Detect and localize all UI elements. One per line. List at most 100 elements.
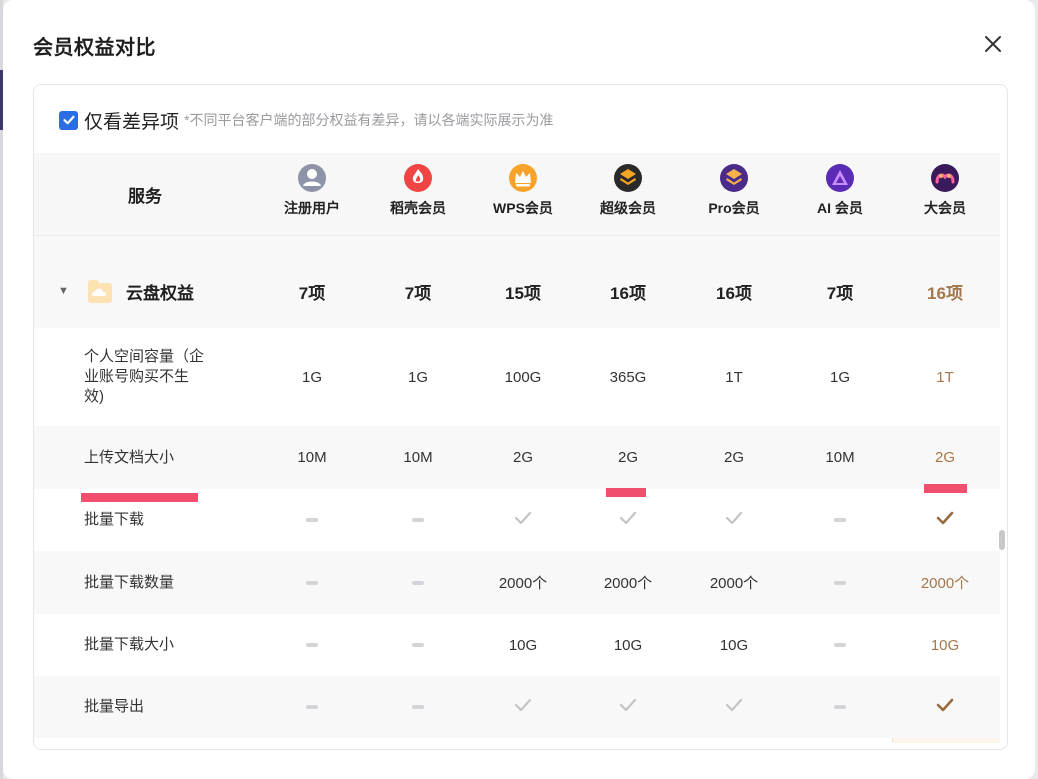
value-cell [681,676,787,738]
scrollbar-thumb[interactable] [999,530,1005,550]
pro-layers-icon [719,163,749,193]
crown-icon [508,163,538,193]
group-count-cell: 16项 [716,283,752,303]
dash-icon [834,643,846,647]
dialog-title: 会员权益对比 [33,37,156,59]
row-label-line: 业账号购买不生 [84,368,190,385]
diff-only-checkbox[interactable] [59,110,78,130]
table-row: 个人空间容量（企 业账号购买不生 效) 1G 1G 100G 365G 1T 1G 1T [34,328,1000,426]
row-label: 批量下载大小 [84,614,174,676]
dash-icon [834,580,846,585]
value-cell: 10G [930,636,960,654]
value-cell [787,614,893,676]
value-cell: 10M [825,449,855,466]
platform-note: *不同平台客户端的部分权益有差异，请以各端实际展示为准 [184,112,554,128]
dash-icon [412,580,424,585]
value-cell: 2000个 [498,575,548,592]
cloud-folder-icon [86,278,114,304]
annotation-underline [606,488,646,497]
value-cell [892,676,998,738]
plan-name: WPS会员 [493,200,553,216]
group-count-cell: 7项 [826,283,854,303]
plan-header: 大会员 [892,153,998,235]
comparison-panel: 仅看差异项 *不同平台客户端的部分权益有差异，请以各端实际展示为准 服务 注册用… [33,84,1008,750]
check-icon [935,697,955,717]
comparison-table: 服务 注册用户 稻壳会员 WPS会员 超级会员 Pro会员 AI 会员 大会员 ▼ 云盘权益… [34,153,1000,743]
plan-header: AI 会员 [787,153,893,235]
value-cell: 100G [504,368,542,386]
plan-header: Pro会员 [681,153,787,235]
group-title: 云盘权益 [126,283,194,303]
row-label: 上传文档大小 [84,426,174,489]
value-cell: 2000个 [920,575,970,592]
row-label-line: 批量导出 [84,698,145,715]
docer-flame-icon [403,163,433,193]
value-cell [365,614,471,676]
group-row-cloud[interactable]: ▼ 云盘权益 7项 7项 15项 16项 16项 7项 16项 [34,254,1000,328]
group-count-cell: 16项 [927,283,963,303]
check-icon [513,697,533,717]
check-icon [618,697,638,717]
value-cell: 2G [723,449,744,466]
plan-header: WPS会员 [470,153,576,235]
diff-only-label[interactable]: 仅看差异项 [84,107,179,134]
row-label-line: 批量下载 [84,511,145,528]
dash-icon [412,705,424,709]
check-icon [935,510,955,530]
value-cell [575,489,681,551]
plan-header: 超级会员 [575,153,681,235]
dash-icon [412,643,424,647]
value-cell [259,614,365,676]
value-cell: 10G [719,636,749,654]
row-label: 个人空间容量（企 业账号购买不生 效) [84,328,204,426]
value-cell: 10M [403,449,433,466]
row-label-line: 个人空间容量（企 [84,348,205,365]
plan-name: 超级会员 [600,200,656,216]
caret-down-icon[interactable]: ▼ [58,285,72,297]
value-cell [787,489,893,551]
dash-icon [834,705,846,709]
row-label-line: 上传文档大小 [84,448,175,466]
dash-icon [306,643,318,647]
super-layers-icon [613,163,643,193]
group-count-cell: 7项 [298,283,326,303]
plan-name: 大会员 [924,200,966,216]
value-cell [892,489,998,551]
group-count-cell: 15项 [505,283,541,303]
user-avatar-icon [297,163,327,193]
check-icon [513,510,533,530]
value-cell: 365G [609,368,647,386]
value-cell [681,489,787,551]
filter-row: 仅看差异项 *不同平台客户端的部分权益有差异，请以各端实际展示为准 [59,107,554,134]
value-cell [575,676,681,738]
value-cell: 10M [297,449,327,466]
value-cell: 1T [725,368,743,386]
dash-icon [306,580,318,585]
check-icon [724,697,744,717]
table-header: 服务 注册用户 稻壳会员 WPS会员 超级会员 Pro会员 AI 会员 大会员 [34,153,1000,236]
group-label[interactable]: ▼ 云盘权益 [58,254,194,328]
plan-header: 稻壳会员 [365,153,471,235]
service-header: 服务 [128,186,162,206]
plan-name: 注册用户 [284,200,340,216]
row-label-line: 批量下载数量 [84,573,175,591]
value-cell [365,489,471,551]
value-cell: 2G [512,449,533,466]
dash-icon [306,518,318,522]
plan-header: 注册用户 [259,153,365,235]
check-icon [724,510,744,530]
table-row: 批量下载数量 2000个 2000个 2000个 2000个 [34,551,1000,614]
plan-name: Pro会员 [708,200,760,216]
close-icon[interactable] [981,32,1005,56]
value-cell [259,676,365,738]
value-cell: 2000个 [603,575,653,592]
value-cell: 2G [617,449,638,466]
value-cell: 2G [934,449,955,466]
dash-icon [306,705,318,709]
value-cell: 10G [508,636,538,654]
annotation-underline [81,493,198,502]
value-cell: 1G [301,368,322,386]
value-cell [365,551,471,614]
table-row: 批量导出 [34,676,1000,738]
big-member-icon [930,163,960,193]
